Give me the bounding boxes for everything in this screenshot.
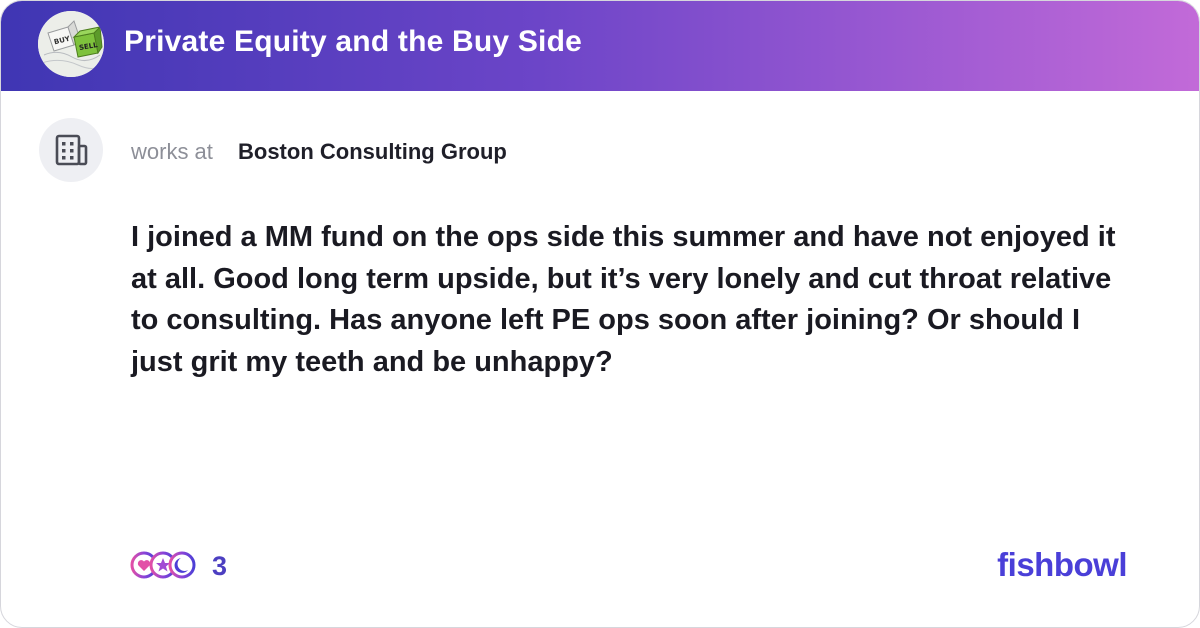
building-icon — [55, 134, 88, 166]
moon-reaction-icon — [168, 551, 196, 579]
post-card: BUY SELL Private Equity and the Buy Side… — [0, 0, 1200, 628]
company-name[interactable]: Boston Consulting Group — [238, 139, 507, 165]
bowl-title[interactable]: Private Equity and the Buy Side — [124, 25, 582, 59]
fishbowl-logo[interactable]: fishbowl — [997, 546, 1127, 584]
post-body: I joined a MM fund on the ops side this … — [131, 221, 1116, 378]
company-avatar — [39, 118, 103, 182]
works-at-label: works at — [131, 139, 213, 164]
bowl-header: BUY SELL Private Equity and the Buy Side — [1, 1, 1199, 91]
buy-sell-dice-image: BUY SELL — [38, 11, 104, 77]
reaction-icons[interactable] — [130, 550, 200, 580]
bowl-avatar[interactable]: BUY SELL — [38, 11, 104, 77]
reaction-count[interactable]: 3 — [212, 551, 227, 582]
